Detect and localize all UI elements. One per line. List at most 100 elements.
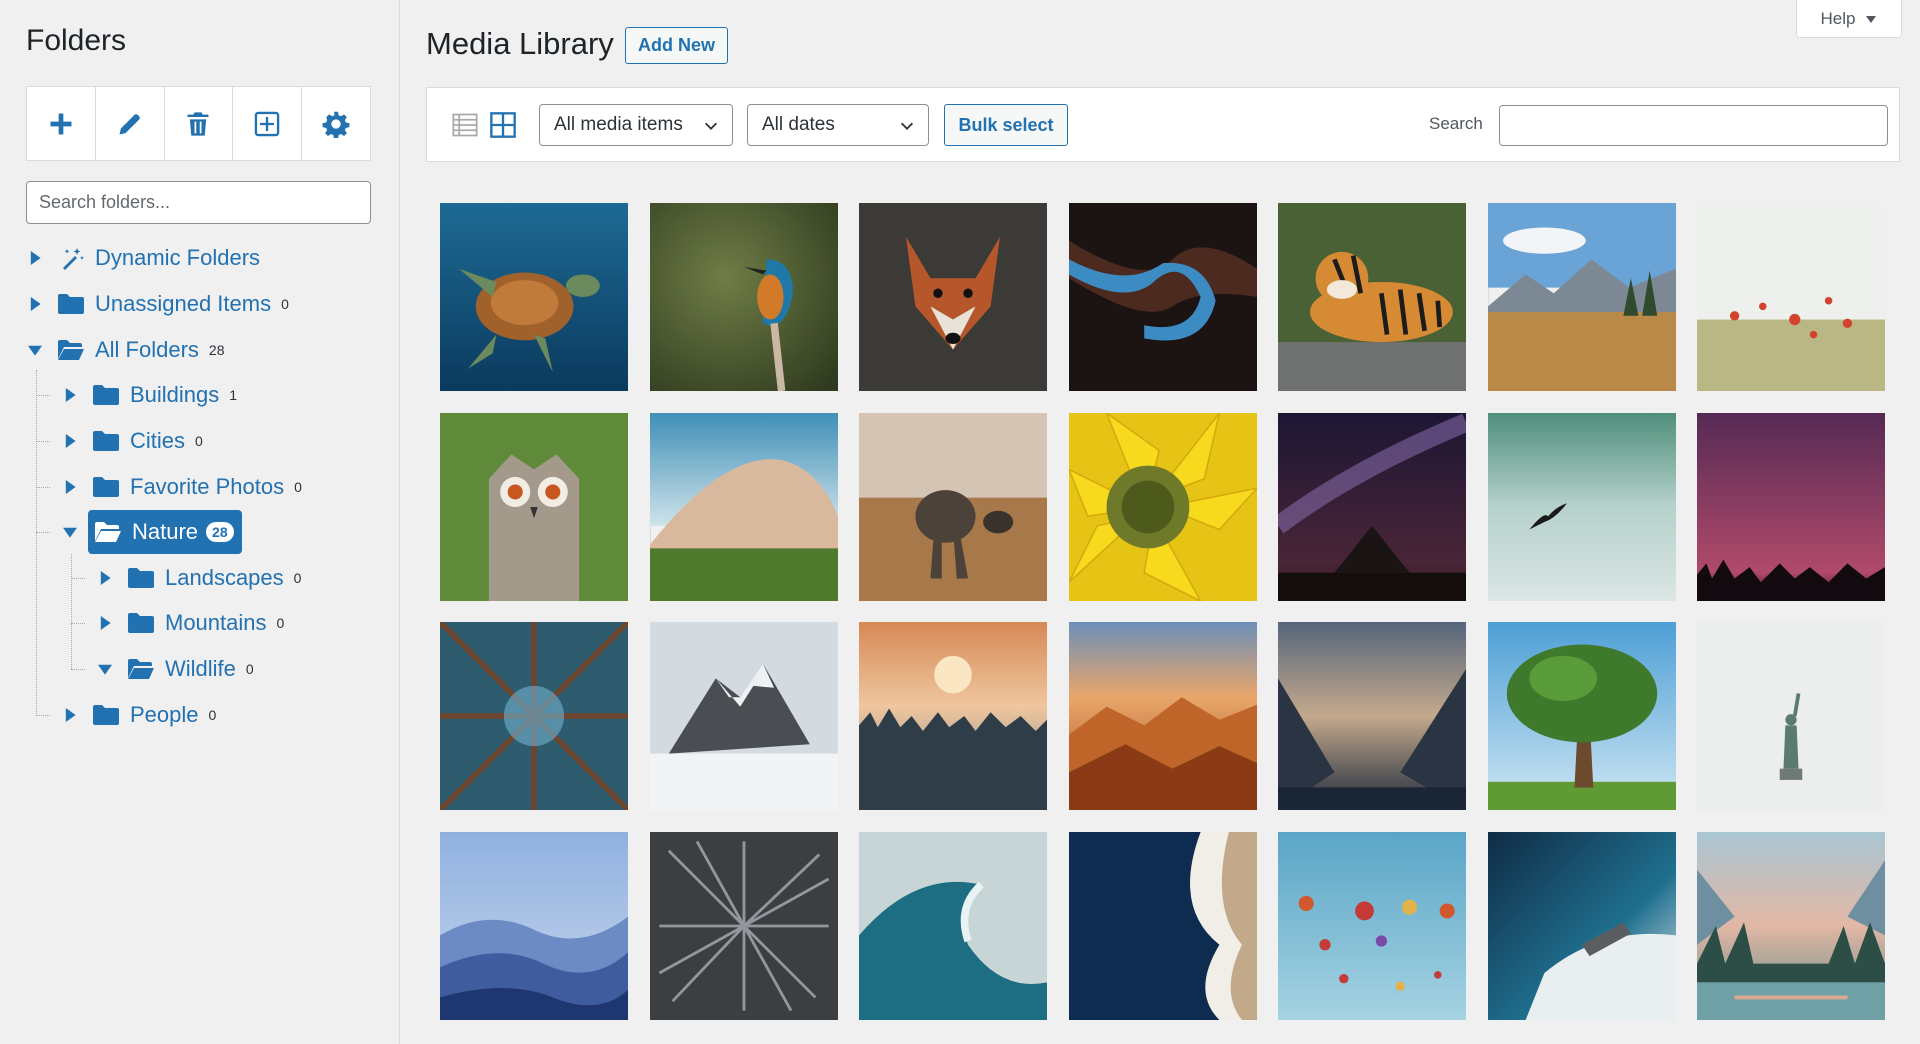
folder-icon (92, 703, 120, 727)
media-thumbnail-kingfisher[interactable] (649, 203, 838, 391)
selected-folder-highlight[interactable]: Nature 28 (88, 510, 242, 554)
media-thumbnail-ocean-wave[interactable] (859, 831, 1047, 1020)
caret-right-icon[interactable] (60, 385, 80, 405)
media-type-select[interactable]: All media items (539, 104, 733, 146)
folder-open-icon (57, 338, 85, 362)
media-thumbnail-elephant[interactable] (859, 412, 1047, 601)
tree-item-label: Unassigned Items (95, 291, 272, 316)
caret-down-icon[interactable] (60, 522, 80, 542)
media-thumbnail-snowy-peak[interactable] (649, 622, 838, 810)
sidebar-title: Folders (26, 24, 127, 57)
media-thumbnail-yosemite-river[interactable] (1697, 831, 1885, 1020)
media-thumbnail-aerial-beach[interactable] (1068, 831, 1257, 1020)
item-count-badge: 0 (294, 479, 302, 495)
tree-item-cities[interactable]: Cities 0 (60, 421, 203, 461)
add-subfolder-button[interactable] (233, 87, 303, 160)
tree-item-favorite-photos[interactable]: Favorite Photos 0 (60, 467, 302, 507)
media-thumbnail-forest-canopy[interactable] (440, 622, 628, 810)
caret-right-icon[interactable] (95, 568, 115, 588)
rename-folder-button[interactable] (96, 87, 165, 160)
search-folders-input[interactable] (26, 181, 371, 224)
media-thumbnail-aerial-texture[interactable] (649, 831, 838, 1020)
media-thumbnail-misty-valley[interactable] (1278, 622, 1466, 810)
item-count-badge: 28 (206, 522, 234, 542)
caret-right-icon[interactable] (95, 613, 115, 633)
tree-item-all-folders[interactable]: All Folders 28 (25, 330, 225, 370)
new-folder-button[interactable] (27, 87, 96, 160)
media-grid (440, 203, 1885, 1020)
media-thumbnail-sunflower[interactable] (1068, 412, 1257, 601)
folder-icon (92, 429, 120, 453)
dates-select[interactable]: All dates (747, 104, 929, 146)
tree-item-label: Mountains (165, 610, 267, 635)
bulk-select-button[interactable]: Bulk select (944, 104, 1068, 146)
tree-item-label: Dynamic Folders (95, 245, 261, 270)
media-thumbnail-red-fox[interactable] (859, 203, 1047, 391)
tree-item-label: People (130, 702, 199, 727)
folder-open-icon (94, 520, 122, 544)
tree-item-wildlife[interactable]: Wildlife 0 (95, 649, 254, 689)
folder-icon (127, 611, 155, 635)
grid-view-icon[interactable] (489, 111, 517, 139)
tree-item-label: Favorite Photos (130, 474, 285, 499)
media-thumbnail-waterfall-bird[interactable] (1487, 412, 1676, 601)
caret-down-icon[interactable] (95, 659, 115, 679)
caret-down-icon (1866, 15, 1877, 23)
page-title: Media Library (426, 26, 614, 61)
media-search-input[interactable] (1499, 105, 1888, 146)
tree-item-landscapes[interactable]: Landscapes 0 (95, 558, 301, 598)
delete-folder-button[interactable] (165, 87, 234, 160)
media-thumbnail-dark-canyon[interactable] (1068, 203, 1257, 391)
caret-right-icon[interactable] (25, 294, 45, 314)
folder-icon (92, 475, 120, 499)
caret-right-icon[interactable] (60, 705, 80, 725)
media-thumbnail-statue-of-liberty[interactable] (1697, 622, 1885, 810)
add-new-button[interactable]: Add New (625, 27, 729, 64)
media-thumbnail-purple-dusk[interactable] (1697, 412, 1885, 601)
tree-item-nature[interactable]: Nature 28 (60, 510, 242, 554)
folder-settings-button[interactable] (302, 87, 370, 160)
dates-value: All dates (762, 114, 835, 135)
tree-item-buildings[interactable]: Buildings 1 (60, 375, 237, 415)
help-tab-button[interactable]: Help (1796, 0, 1902, 38)
folder-icon (57, 292, 85, 316)
caret-right-icon[interactable] (25, 248, 45, 268)
item-count-badge: 28 (208, 342, 225, 358)
media-thumbnail-poppy-field[interactable] (1697, 203, 1885, 391)
pencil-icon (119, 113, 140, 134)
folder-icon (127, 566, 155, 590)
list-view-icon[interactable] (451, 111, 479, 139)
media-thumbnail-oak-tree[interactable] (1487, 622, 1676, 810)
search-label: Search (1429, 114, 1483, 133)
media-thumbnail-orange-mountains[interactable] (1068, 622, 1257, 810)
media-thumbnail-mountain-meadow[interactable] (1487, 203, 1676, 391)
item-count-badge: 0 (245, 661, 254, 677)
media-filter-bar: All media items All dates Bulk select Se… (426, 87, 1900, 162)
tree-item-dynamic-folders[interactable]: Dynamic Folders (25, 238, 260, 278)
tree-item-label: Buildings (130, 382, 220, 407)
caret-right-icon[interactable] (60, 477, 80, 497)
tree-item-unassigned[interactable]: Unassigned Items 0 (25, 284, 289, 324)
media-thumbnail-milky-way-night[interactable] (1278, 412, 1466, 601)
tree-item-label: All Folders (95, 337, 199, 362)
media-thumbnail-tiger[interactable] (1278, 203, 1466, 391)
tree-item-people[interactable]: People 0 (60, 695, 216, 735)
media-thumbnail-owl[interactable] (440, 412, 628, 601)
media-thumbnail-sand-dune[interactable] (649, 412, 838, 601)
plus-icon (50, 113, 72, 134)
folders-sidebar: Folders Dynami (0, 0, 400, 1044)
tree-item-label: Nature (132, 519, 199, 544)
caret-right-icon[interactable] (60, 431, 80, 451)
media-thumbnail-hot-air-balloons[interactable] (1278, 831, 1466, 1020)
caret-down-icon[interactable] (25, 340, 45, 360)
magic-wand-icon (57, 246, 85, 270)
item-count-badge: 0 (208, 707, 217, 723)
media-thumbnail-sea-turtle[interactable] (440, 203, 628, 391)
media-thumbnail-winter-forest-sunrise[interactable] (859, 622, 1047, 810)
media-thumbnail-shipwreck[interactable] (1487, 831, 1676, 1020)
tree-item-label: Landscapes (165, 565, 284, 590)
gear-icon (322, 111, 350, 138)
tree-item-mountains[interactable]: Mountains 0 (95, 603, 284, 643)
media-thumbnail-blue-hills[interactable] (440, 831, 628, 1020)
tree-item-label: Cities (130, 428, 186, 453)
